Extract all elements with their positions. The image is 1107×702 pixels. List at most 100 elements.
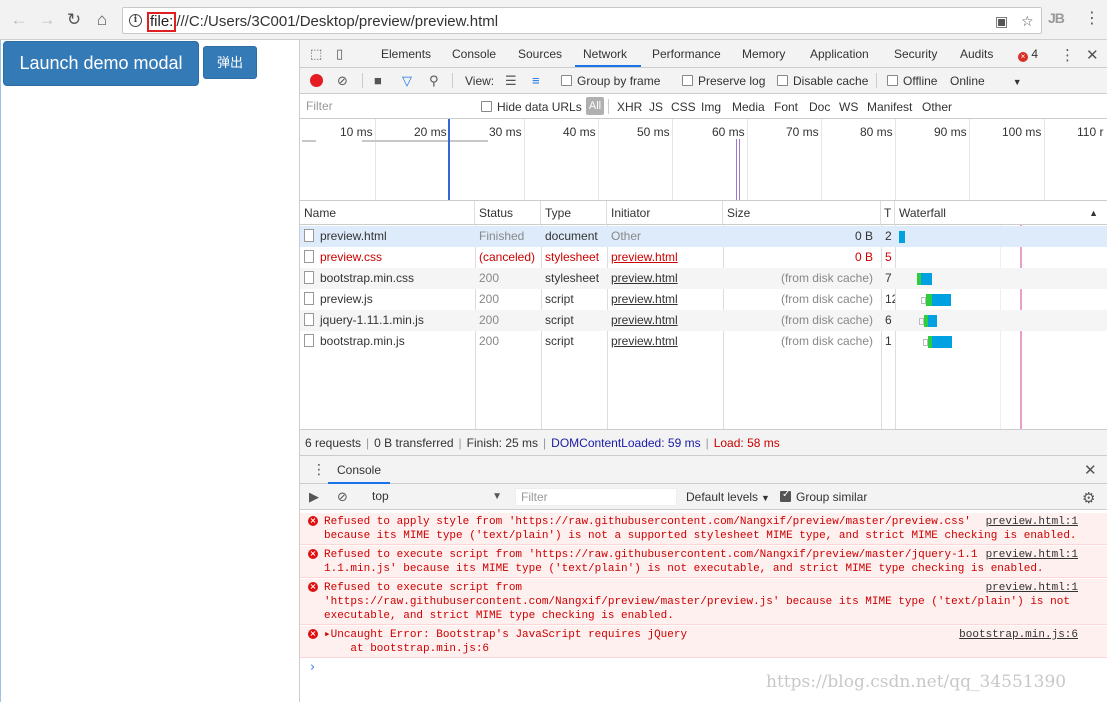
tab-console[interactable]: Console [452, 47, 496, 61]
request-initiator[interactable]: preview.html [607, 268, 723, 289]
initiator-link[interactable]: preview.html [611, 292, 678, 306]
sidebar-toggle-icon[interactable]: ▶ [309, 489, 319, 505]
url-text[interactable]: file:///C:/Users/3C001/Desktop/preview/p… [147, 12, 498, 32]
column-header-time[interactable]: T [881, 201, 895, 225]
browser-menu-icon[interactable]: ⋮ [1084, 8, 1100, 28]
table-row[interactable]: bootstrap.min.css 200 stylesheet preview… [300, 268, 1107, 289]
device-toolbar-icon[interactable]: ▯ [336, 46, 343, 62]
console-prompt[interactable]: › [310, 660, 315, 675]
info-icon[interactable]: i [129, 14, 142, 27]
column-header-type[interactable]: Type [541, 201, 607, 225]
throttling-select[interactable]: Online ▼ [950, 74, 1022, 88]
group-similar-checkbox[interactable]: Group similar [780, 489, 867, 504]
record-icon[interactable] [310, 74, 323, 87]
offline-checkbox[interactable]: Offline [887, 74, 937, 88]
hide-data-urls-checkbox[interactable]: Hide data URLs [481, 100, 582, 114]
table-row[interactable]: bootstrap.min.js 200 script preview.html… [300, 331, 1107, 352]
preserve-log-checkbox[interactable]: Preserve log [682, 74, 765, 88]
search-icon[interactable]: ⚲ [429, 73, 439, 89]
log-levels-select[interactable]: Default levels ▼ [686, 490, 770, 504]
table-row[interactable]: preview.html Finished document Other 0 B… [300, 226, 1107, 247]
console-filter-input[interactable]: Filter [515, 488, 677, 506]
waterfall-view-icon[interactable]: ≡ [532, 73, 540, 88]
column-header-initiator[interactable]: Initiator [607, 201, 723, 225]
forward-arrow-icon[interactable]: → [36, 9, 58, 31]
error-icon: × [308, 582, 318, 592]
request-initiator[interactable]: preview.html [607, 289, 723, 310]
tab-audits[interactable]: Audits [960, 47, 993, 61]
request-initiator[interactable]: preview.html [607, 247, 723, 268]
inspect-element-icon[interactable]: ⬚ [310, 46, 322, 62]
initiator-link[interactable]: preview.html [611, 313, 678, 327]
initiator-link[interactable]: preview.html [611, 334, 678, 348]
star-icon[interactable]: ☆ [1021, 13, 1034, 30]
filter-xhr[interactable]: XHR [617, 100, 642, 114]
launch-demo-modal-button[interactable]: Launch demo modal [3, 41, 199, 86]
log-levels-value: Default levels [686, 490, 759, 504]
tab-memory[interactable]: Memory [742, 47, 785, 61]
tab-security[interactable]: Security [894, 47, 937, 61]
network-overview-timeline[interactable]: 10 ms 20 ms 30 ms 40 ms 50 ms 60 ms 70 m… [300, 119, 1107, 201]
clear-icon[interactable]: ⊘ [337, 73, 348, 89]
camera-icon[interactable]: ■ [374, 73, 382, 88]
filter-other[interactable]: Other [922, 100, 952, 114]
request-initiator[interactable]: preview.html [607, 310, 723, 331]
error-source-link[interactable]: preview.html:1 [986, 548, 1078, 562]
column-header-waterfall[interactable]: Waterfall ▲ [895, 201, 1107, 225]
tab-sources[interactable]: Sources [518, 47, 562, 61]
filter-manifest[interactable]: Manifest [867, 100, 912, 114]
filter-js[interactable]: JS [649, 100, 663, 114]
disable-cache-checkbox[interactable]: Disable cache [777, 74, 868, 88]
extension-icon[interactable]: JB [1048, 10, 1065, 26]
close-devtools-icon[interactable]: ✕ [1086, 46, 1099, 64]
drawer-tab-bar: ⋮ Console ✕ [300, 456, 1107, 484]
grid-line [375, 119, 376, 200]
network-filter-input[interactable]: Filter [304, 97, 466, 115]
clear-console-icon[interactable]: ⊘ [337, 489, 348, 505]
table-row[interactable]: preview.css (canceled) stylesheet previe… [300, 247, 1107, 268]
filter-media[interactable]: Media [732, 100, 765, 114]
filter-icon[interactable]: ▽ [402, 73, 412, 89]
reload-icon[interactable]: ↻ [63, 9, 85, 31]
tick-label: 80 ms [860, 125, 893, 139]
gear-icon[interactable]: ⚙ [1082, 489, 1095, 507]
address-bar[interactable]: i file:///C:/Users/3C001/Desktop/preview… [122, 7, 1042, 34]
filter-font[interactable]: Font [774, 100, 798, 114]
column-header-name[interactable]: Name [300, 201, 475, 225]
filter-doc[interactable]: Doc [809, 100, 830, 114]
popup-button[interactable]: 弹出 [203, 46, 257, 79]
tab-elements[interactable]: Elements [381, 47, 431, 61]
filter-all-button[interactable]: All [586, 97, 604, 115]
initiator-link[interactable]: preview.html [611, 250, 678, 264]
initiator-link[interactable]: preview.html [611, 271, 678, 285]
filter-ws[interactable]: WS [839, 100, 858, 114]
filter-css[interactable]: CSS [671, 100, 696, 114]
console-error-message[interactable]: × ▸Uncaught Error: Bootstrap's JavaScrip… [300, 626, 1107, 658]
error-count-badge[interactable]: × 4 [1018, 47, 1038, 62]
tab-performance[interactable]: Performance [652, 47, 721, 61]
tab-application[interactable]: Application [810, 47, 869, 61]
tab-console-drawer[interactable]: Console [328, 456, 390, 484]
devtools-menu-icon[interactable]: ⋮ [1060, 46, 1075, 64]
translate-icon[interactable]: ▣ [995, 13, 1008, 30]
context-select[interactable]: top ▼ [368, 487, 506, 506]
error-source-link[interactable]: preview.html:1 [986, 515, 1078, 529]
divider: | [543, 436, 547, 450]
drawer-menu-icon[interactable]: ⋮ [312, 461, 326, 478]
close-drawer-icon[interactable]: ✕ [1084, 461, 1097, 479]
back-arrow-icon[interactable]: ← [8, 9, 30, 31]
waterfall-bar [921, 273, 932, 285]
request-initiator[interactable]: preview.html [607, 331, 723, 352]
table-row[interactable]: jquery-1.11.1.min.js 200 script preview.… [300, 310, 1107, 331]
group-by-frame-checkbox[interactable]: Group by frame [561, 74, 660, 88]
home-icon[interactable]: ⌂ [91, 9, 113, 31]
column-header-status[interactable]: Status [475, 201, 541, 225]
table-row[interactable]: preview.js 200 script preview.html (from… [300, 289, 1107, 310]
error-source-link[interactable]: bootstrap.min.js:6 [959, 628, 1078, 642]
filter-img[interactable]: Img [701, 100, 721, 114]
error-source-link[interactable]: preview.html:1 [986, 581, 1078, 595]
tab-network[interactable]: Network [583, 47, 627, 61]
large-rows-icon[interactable]: ☰ [505, 73, 517, 89]
column-header-size[interactable]: Size [723, 201, 881, 225]
divider: | [366, 436, 370, 450]
